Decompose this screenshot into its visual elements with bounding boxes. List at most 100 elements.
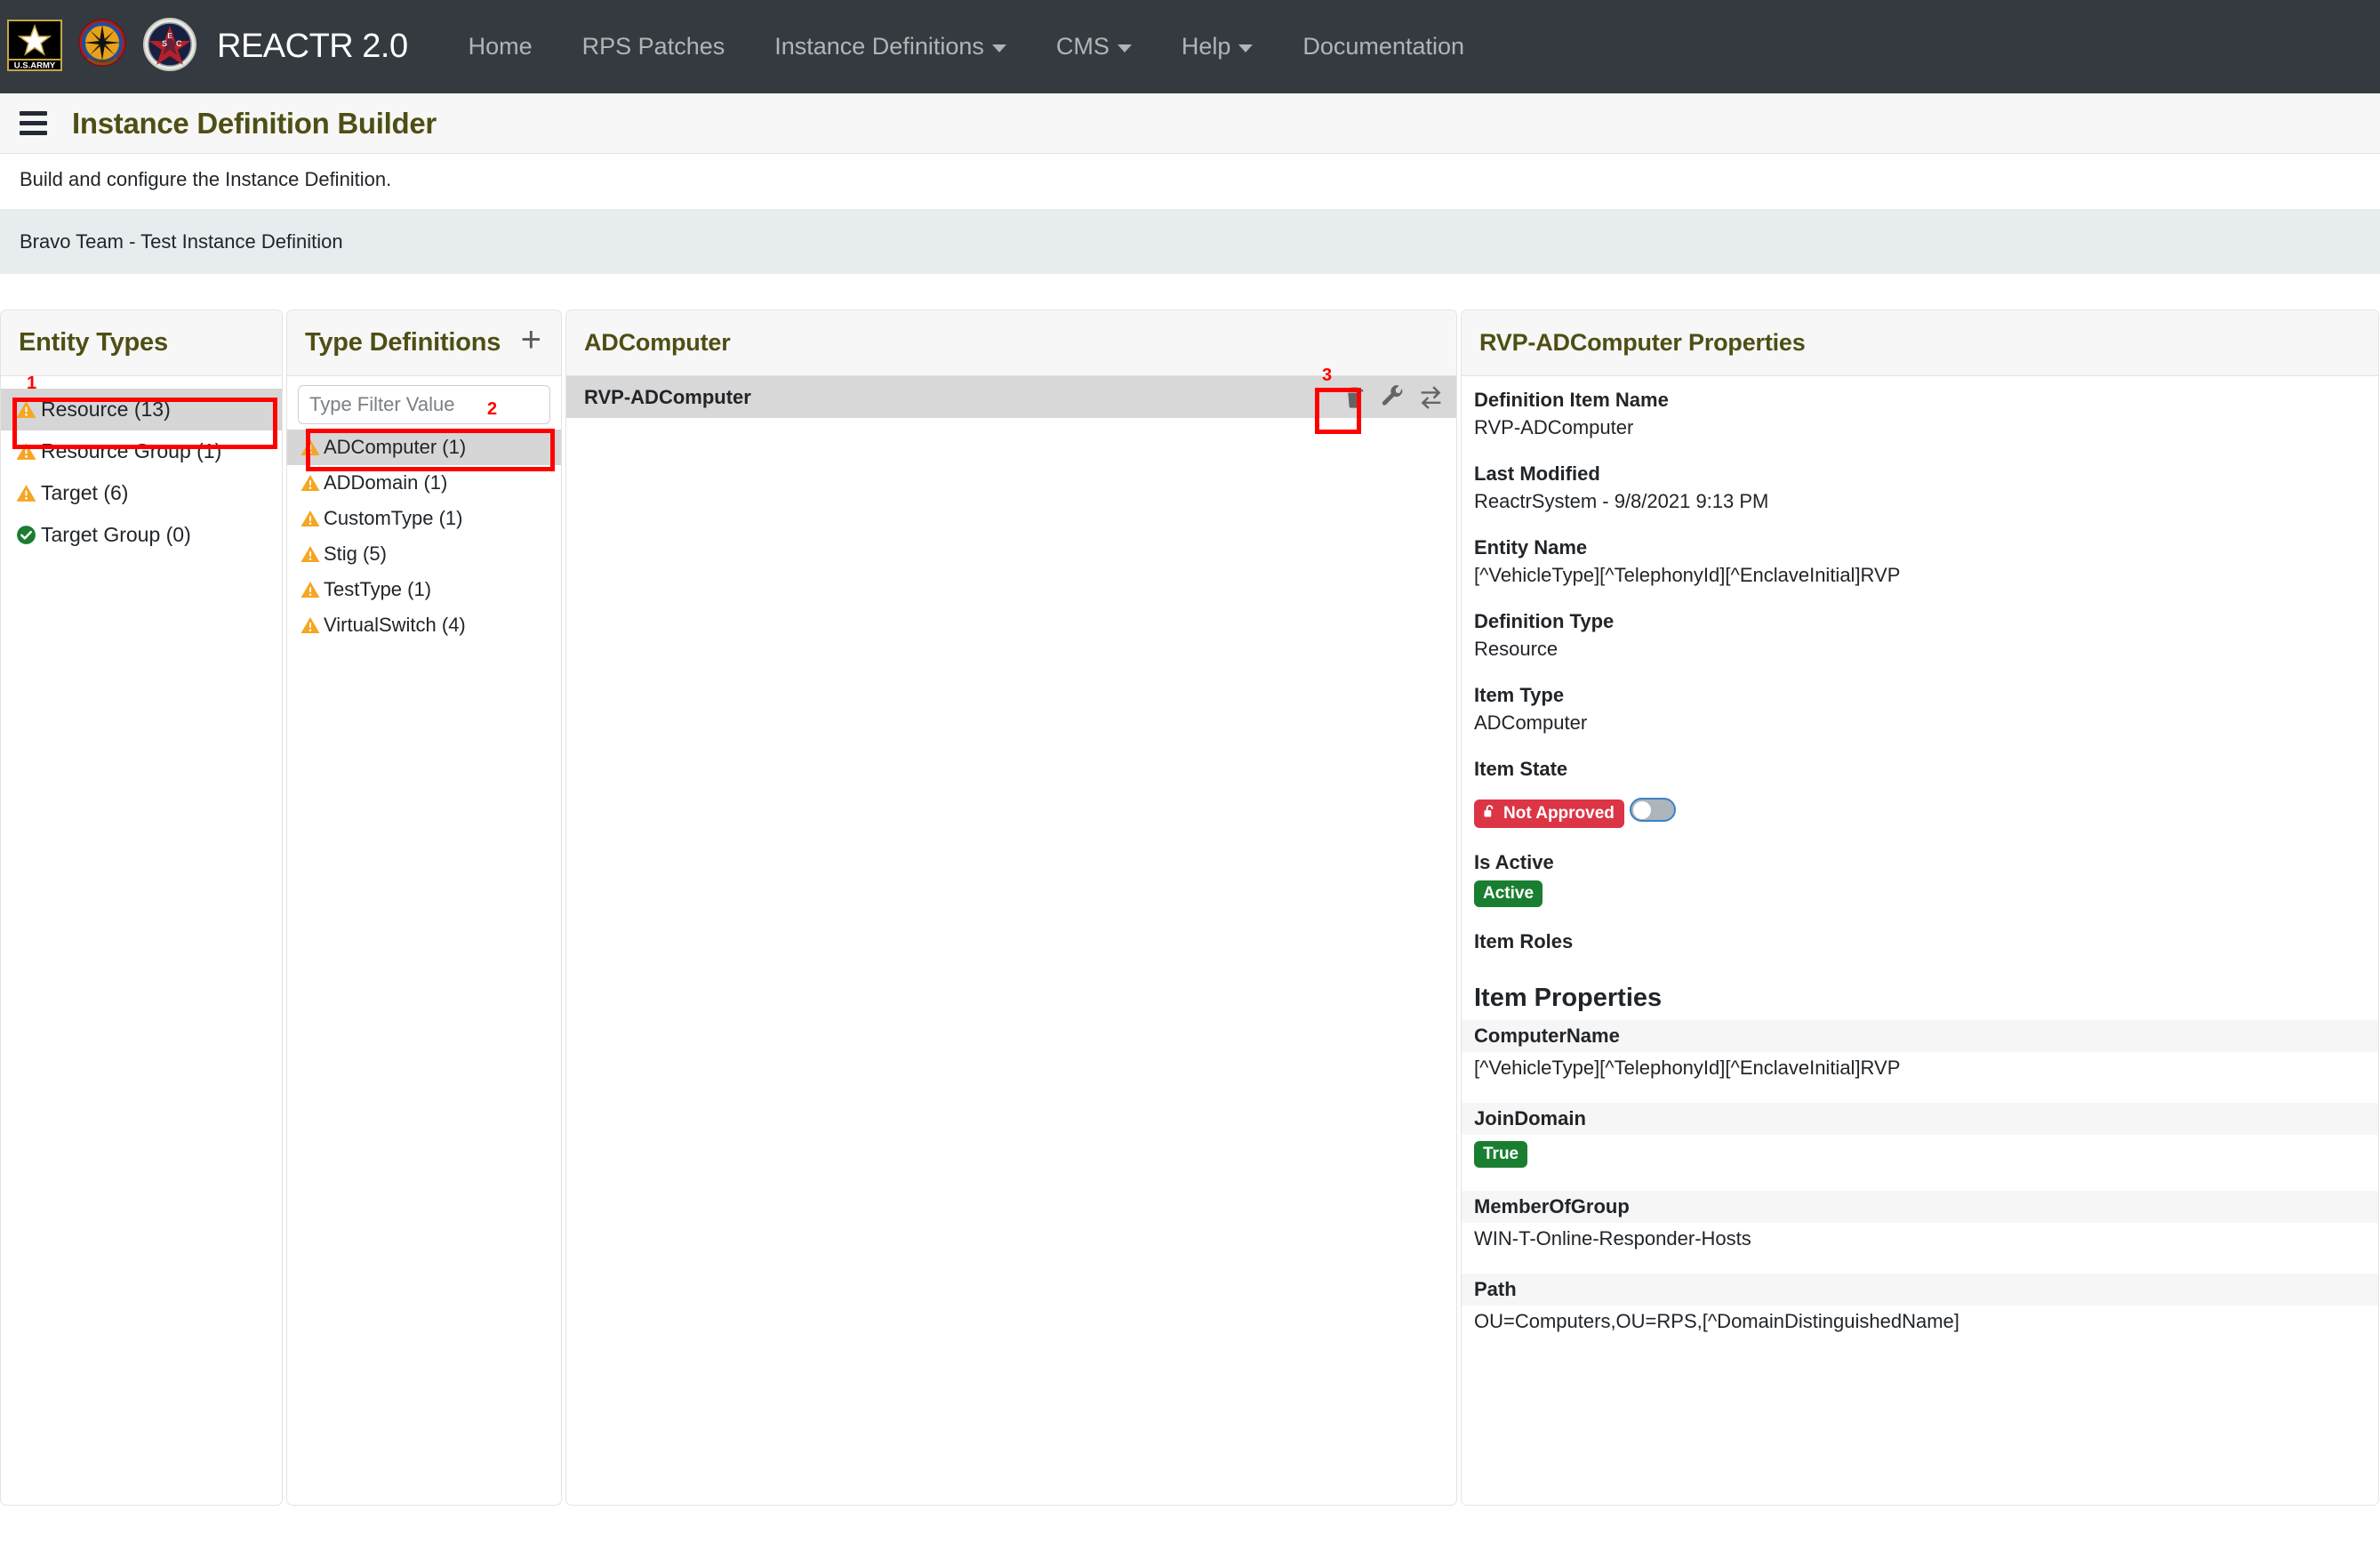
property-label: Last Modified — [1474, 462, 1600, 485]
definition-name-bar: Bravo Team - Test Instance Definition — [0, 209, 2380, 274]
delete-icon[interactable] — [1342, 384, 1367, 410]
entity-item-resource[interactable]: Resource (13) — [1, 389, 282, 430]
property-label: Path — [1462, 1273, 2378, 1306]
annotation-number-2: 2 — [487, 399, 498, 419]
nav-link-home[interactable]: Home — [444, 35, 557, 59]
nav-link-cms[interactable]: CMS — [1031, 35, 1157, 59]
type-definitions-title: Type Definitions — [305, 328, 501, 357]
warning-triangle-icon — [300, 579, 321, 600]
property-value: RVP-ADComputer — [1474, 416, 1634, 438]
panels-container: Entity Types Resource (13) Resource Grou… — [0, 309, 2380, 1506]
definition-items-panel: ADComputer RVP-ADComputer — [565, 309, 1457, 1506]
type-item-adcomputer[interactable]: ADComputer (1) — [287, 430, 561, 465]
entity-types-panel: Entity Types Resource (13) Resource Grou… — [0, 309, 283, 1506]
top-navbar: U.S.ARMY S C E REACTR 2.0 Home RPS Patch… — [0, 0, 2380, 93]
us-army-logo: U.S.ARMY — [7, 17, 62, 76]
annotation-number-3: 3 — [1322, 366, 1333, 385]
type-item-stig[interactable]: Stig (5) — [287, 536, 561, 572]
type-item-addomain-label: ADDomain (1) — [324, 471, 448, 494]
nav-link-instance-definitions-label: Instance Definitions — [774, 33, 984, 60]
page-title: Instance Definition Builder — [72, 106, 437, 140]
properties-title: RVP-ADComputer Properties — [1479, 329, 1806, 356]
property-label: Definition Type — [1474, 610, 1615, 632]
swap-arrows-icon[interactable] — [1418, 384, 1444, 410]
annotation-number-1: 1 — [27, 374, 37, 393]
property-value: ReactrSystem - 9/8/2021 9:13 PM — [1474, 490, 1769, 512]
property-item-roles: Item Roles — [1462, 930, 2378, 953]
entity-item-target[interactable]: Target (6) — [1, 472, 282, 514]
entity-types-panel-header: Entity Types — [1, 310, 282, 376]
type-definitions-body: ADComputer (1) ADDomain (1) CustomType (… — [287, 376, 561, 1505]
nav-link-rps-patches[interactable]: RPS Patches — [557, 35, 750, 59]
warning-triangle-icon — [300, 615, 321, 636]
entity-item-target-group-label: Target Group (0) — [41, 523, 191, 546]
warning-triangle-icon — [15, 398, 37, 421]
status-badge-active: Active — [1474, 880, 1543, 907]
property-last-modified: Last Modified ReactrSystem - 9/8/2021 9:… — [1462, 462, 2378, 513]
definition-item-name: RVP-ADComputer — [584, 385, 751, 408]
hamburger-menu-icon[interactable] — [20, 111, 47, 135]
status-badge-true: True — [1474, 1140, 1528, 1168]
property-value: ADComputer — [1474, 711, 1588, 734]
properties-panel-header: RVP-ADComputer Properties — [1462, 310, 2378, 376]
nav-link-documentation-label: Documentation — [1302, 33, 1465, 60]
type-item-addomain[interactable]: ADDomain (1) — [287, 465, 561, 501]
property-label: JoinDomain — [1462, 1102, 2378, 1135]
property-definition-item-name: Definition Item Name RVP-ADComputer — [1462, 389, 2378, 439]
chevron-down-icon — [1117, 44, 1132, 52]
nav-link-help-label: Help — [1181, 33, 1231, 60]
svg-text:E: E — [167, 32, 172, 40]
add-type-definition-button[interactable]: + — [516, 322, 547, 358]
warning-triangle-icon — [15, 482, 37, 504]
property-label: Item Roles — [1474, 929, 1574, 952]
entity-types-body: Resource (13) Resource Group (1) Target … — [1, 376, 282, 1505]
property-value: WIN-T-Online-Responder-Hosts — [1474, 1226, 1751, 1250]
nav-link-help[interactable]: Help — [1157, 35, 1278, 59]
property-label: Is Active — [1474, 850, 1554, 873]
type-item-virtualswitch[interactable]: VirtualSwitch (4) — [287, 607, 561, 643]
logo-group: U.S.ARMY S C E — [7, 17, 197, 76]
type-filter-input[interactable] — [298, 385, 550, 424]
item-property-joindomain: JoinDomain True — [1462, 1102, 2378, 1168]
entity-item-target-label: Target (6) — [41, 481, 129, 504]
property-item-state: Item State Not Approved — [1462, 758, 2378, 828]
type-filter-wrapper — [287, 376, 561, 430]
svg-text:C: C — [176, 39, 182, 48]
entity-item-target-group[interactable]: Target Group (0) — [1, 514, 282, 556]
status-badge-not-approved: Not Approved — [1474, 799, 1624, 828]
properties-body: Definition Item Name RVP-ADComputer Last… — [1462, 376, 2378, 1505]
type-definitions-panel-header: Type Definitions + — [287, 310, 561, 376]
property-label: Entity Name — [1474, 536, 1588, 559]
star-seal-logo: S C E — [142, 17, 197, 76]
row-actions — [1342, 384, 1444, 410]
nav-link-home-label: Home — [468, 33, 533, 60]
property-value: Resource — [1474, 638, 1559, 660]
type-item-testtype[interactable]: TestType (1) — [287, 572, 561, 607]
property-value: OU=Computers,OU=RPS,[^DomainDistinguishe… — [1474, 1309, 1959, 1332]
type-definitions-list: ADComputer (1) ADDomain (1) CustomType (… — [287, 430, 561, 643]
item-property-computername: ComputerName [^VehicleType][^TelephonyId… — [1462, 1019, 2378, 1080]
type-item-customtype[interactable]: CustomType (1) — [287, 501, 561, 536]
item-property-memberofgroup: MemberOfGroup WIN-T-Online-Responder-Hos… — [1462, 1190, 2378, 1250]
approval-toggle[interactable] — [1630, 798, 1677, 822]
nav-link-cms-label: CMS — [1055, 33, 1110, 60]
page-header: Instance Definition Builder — [0, 93, 2380, 154]
type-item-testtype-label: TestType (1) — [324, 578, 432, 600]
nav-link-documentation[interactable]: Documentation — [1278, 35, 1489, 59]
entity-item-resource-label: Resource (13) — [41, 398, 171, 421]
unlock-icon — [1482, 804, 1497, 823]
page-subtitle: Build and configure the Instance Definit… — [0, 154, 2380, 209]
type-item-stig-label: Stig (5) — [324, 542, 387, 565]
property-item-type: Item Type ADComputer — [1462, 684, 2378, 735]
chevron-down-icon — [991, 44, 1006, 52]
wrench-icon[interactable] — [1380, 384, 1406, 410]
check-circle-icon — [15, 524, 37, 546]
chevron-down-icon — [1238, 44, 1254, 52]
definition-items-title: ADComputer — [584, 329, 731, 356]
property-entity-name: Entity Name [^VehicleType][^TelephonyId]… — [1462, 536, 2378, 587]
entity-item-resource-group[interactable]: Resource Group (1) — [1, 430, 282, 472]
nav-link-rps-patches-label: RPS Patches — [581, 33, 725, 60]
warning-triangle-icon — [300, 508, 321, 529]
entity-types-list: Resource (13) Resource Group (1) Target … — [1, 376, 282, 556]
nav-link-instance-definitions[interactable]: Instance Definitions — [749, 35, 1031, 59]
